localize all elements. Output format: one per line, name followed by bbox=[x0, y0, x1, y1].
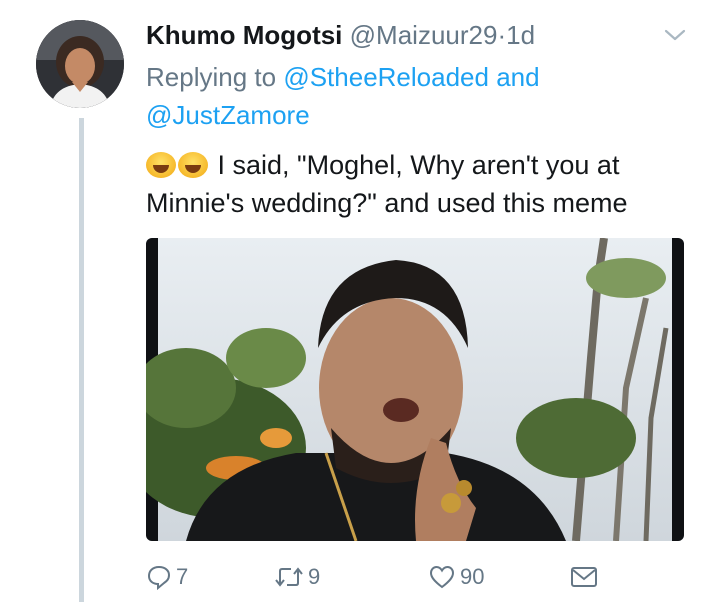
chevron-down-icon[interactable] bbox=[664, 28, 686, 42]
laughing-emoji-icon bbox=[178, 152, 208, 178]
retweet-action[interactable]: 9 bbox=[274, 560, 320, 594]
avatar-photo bbox=[36, 20, 124, 108]
thread-line bbox=[79, 118, 84, 602]
like-count: 90 bbox=[460, 564, 485, 589]
replying-prefix: Replying to bbox=[146, 62, 277, 92]
like-action[interactable]: 90 bbox=[428, 560, 484, 594]
replying-to: Replying to @StheeReloaded and @JustZamo… bbox=[146, 58, 666, 134]
reply-count: 7 bbox=[176, 564, 189, 589]
tweet-text: I said, "Moghel, Why aren't you at Minni… bbox=[146, 146, 706, 222]
tweet-header: Khumo Mogotsi @Maizuur29·1d bbox=[146, 18, 700, 52]
envelope-icon bbox=[571, 567, 597, 587]
time-separator: · bbox=[497, 20, 507, 50]
author-avatar[interactable] bbox=[36, 20, 124, 108]
reply-icon bbox=[147, 565, 171, 590]
retweet-icon bbox=[275, 567, 303, 587]
laughing-emoji-icon bbox=[146, 152, 176, 178]
meme-photo bbox=[146, 238, 684, 541]
retweet-count: 9 bbox=[308, 564, 321, 589]
author-name[interactable]: Khumo Mogotsi bbox=[146, 20, 342, 50]
author-handle[interactable]: @Maizuur29 bbox=[350, 20, 498, 50]
heart-icon bbox=[429, 565, 455, 589]
tweet-body: I said, "Moghel, Why aren't you at Minni… bbox=[146, 150, 628, 218]
reply-joiner[interactable]: and bbox=[496, 62, 539, 92]
direct-message-action[interactable] bbox=[570, 560, 602, 594]
reply-target-stheereloaded[interactable]: @StheeReloaded bbox=[283, 62, 489, 92]
tweet-image[interactable] bbox=[146, 238, 684, 541]
reply-target-justzamore[interactable]: @JustZamore bbox=[146, 100, 310, 130]
tweet-actions: 7 9 90 bbox=[146, 560, 606, 594]
reply-action[interactable]: 7 bbox=[146, 560, 188, 594]
tweet-time[interactable]: 1d bbox=[506, 20, 535, 50]
